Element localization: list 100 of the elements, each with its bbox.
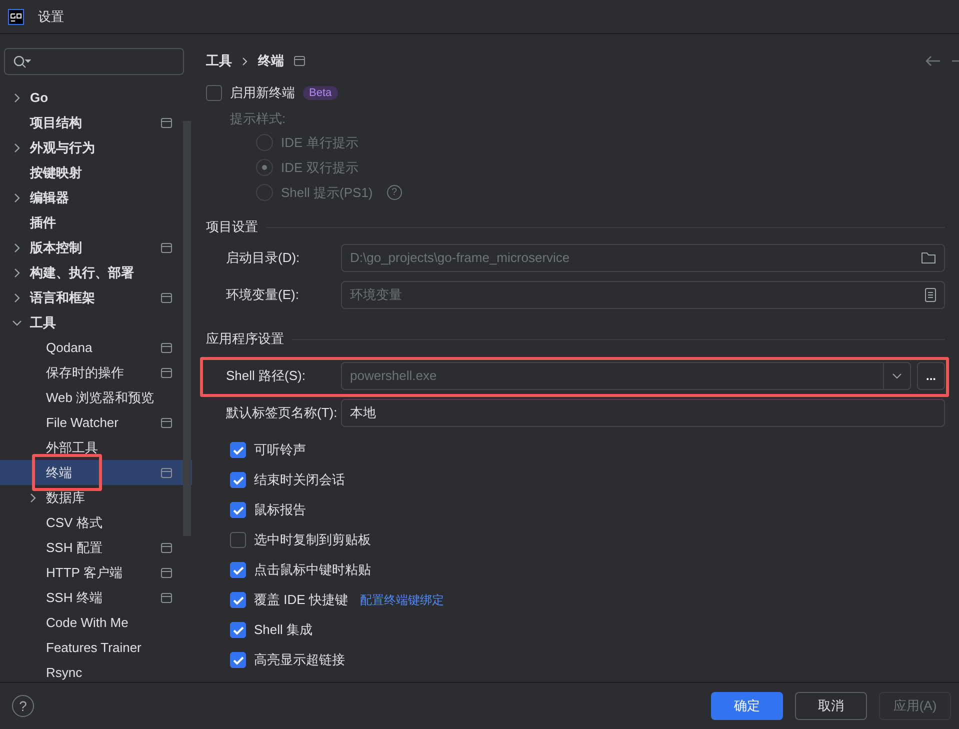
breadcrumb: 终端	[258, 52, 284, 70]
tree-item[interactable]: File Watcher	[0, 410, 192, 435]
tree-item[interactable]: 项目结构	[0, 110, 192, 135]
chevron-icon[interactable]	[12, 268, 22, 278]
search-icon[interactable]	[13, 54, 31, 68]
tree-item[interactable]: 按键映射	[0, 160, 192, 185]
tree-item-label: Code With Me	[46, 615, 128, 630]
tree-item[interactable]: 外观与行为	[0, 135, 192, 160]
tree-item[interactable]: 保存时的操作	[0, 360, 192, 385]
configure-link[interactable]: 配置终端键绑定	[360, 592, 444, 608]
window-title: 设置	[38, 8, 64, 26]
tree-item-label: 外观与行为	[30, 138, 95, 156]
tree-item-label: File Watcher	[46, 415, 118, 430]
radio-label: IDE 双行提示	[281, 158, 358, 176]
tree-item[interactable]: 构建、执行、部署	[0, 260, 192, 285]
tree-item[interactable]: 工具	[0, 310, 192, 335]
tree-item[interactable]: 终端	[0, 460, 192, 485]
tree-item[interactable]: SSH 终端	[0, 585, 192, 610]
tree-item-label: 按键映射	[30, 164, 82, 182]
tree-item[interactable]: Go	[0, 85, 192, 110]
tree-item[interactable]: Rsync	[0, 660, 192, 682]
chevron-icon[interactable]	[28, 492, 38, 502]
tree-item[interactable]: 版本控制	[0, 235, 192, 260]
input-field[interactable]: 本地	[341, 398, 945, 426]
tree-item[interactable]: 外部工具	[0, 435, 192, 460]
tree-item[interactable]: HTTP 客户端	[0, 560, 192, 585]
chevron-icon[interactable]	[12, 92, 22, 102]
document-icon[interactable]	[925, 288, 936, 302]
folder-icon[interactable]	[921, 251, 936, 264]
tree-item-label: HTTP 客户端	[46, 564, 122, 582]
field-label: 启动目录(D):	[226, 248, 301, 266]
checkbox-label: 高亮显示超链接	[254, 651, 345, 669]
radio-label: IDE 单行提示	[281, 134, 358, 152]
tree-item[interactable]: CSV 格式	[0, 510, 192, 535]
radio-label: Shell 提示(PS1)	[281, 184, 373, 202]
checkmark-icon	[232, 566, 244, 574]
checkbox[interactable]	[230, 532, 246, 548]
tree-item-label: 终端	[46, 464, 72, 482]
tree-item[interactable]: 编辑器	[0, 185, 192, 210]
tree-item-label: 外部工具	[46, 438, 98, 456]
chevron-icon[interactable]	[12, 142, 22, 152]
tree-item-label: Features Trainer	[46, 640, 142, 655]
search-field[interactable]	[4, 48, 184, 75]
help-button[interactable]: ?	[12, 695, 34, 717]
tree-item-label: SSH 终端	[46, 588, 102, 606]
tree-item[interactable]: SSH 配置	[0, 535, 192, 560]
tree-item[interactable]: 插件	[0, 210, 192, 235]
chevron-icon	[242, 56, 248, 66]
tree-item[interactable]: 语言和框架	[0, 285, 192, 310]
field-label: 默认标签页名称(T):	[226, 404, 335, 422]
chevron-icon[interactable]	[892, 372, 902, 378]
checkmark-icon	[232, 506, 244, 514]
chevron-icon[interactable]	[12, 292, 22, 302]
window-icon	[294, 56, 305, 66]
field-label: Shell 路径(S):	[226, 366, 306, 384]
checkbox-label: 结束时关闭会话	[254, 471, 345, 489]
tree-item-label: 插件	[30, 214, 56, 232]
tree-item-label: SSH 配置	[46, 538, 102, 556]
chevron-icon[interactable]	[12, 192, 22, 202]
checkmark-icon	[232, 656, 244, 664]
checkbox-label: 启用新终端	[230, 84, 295, 102]
tree-item[interactable]: 数据库	[0, 485, 192, 510]
checkbox-label: 可听铃声	[254, 441, 306, 459]
tree-item-label: 数据库	[46, 488, 85, 506]
tree-item-label: 版本控制	[30, 238, 82, 256]
checkbox[interactable]	[230, 652, 246, 668]
checkbox-label: 覆盖 IDE 快捷键	[254, 591, 348, 609]
checkmark-icon	[232, 476, 244, 484]
tree-item-label: 编辑器	[30, 188, 69, 206]
tree-item-label: Go	[30, 90, 48, 105]
checkbox-label: 点击鼠标中键时粘贴	[254, 561, 371, 579]
section-title: 应用程序设置	[206, 330, 284, 348]
back-arrow-icon[interactable]	[925, 55, 941, 67]
tree-item-label: 语言和框架	[30, 288, 95, 306]
chevron-icon[interactable]	[12, 242, 22, 252]
checkbox-label: 选中时复制到剪贴板	[254, 531, 371, 549]
checkbox[interactable]	[230, 562, 246, 578]
tree-item[interactable]: Web 浏览器和预览	[0, 385, 192, 410]
checkbox[interactable]	[230, 502, 246, 518]
app-logo-icon	[8, 8, 24, 24]
prompt-style-label: 提示样式:	[230, 110, 286, 128]
checkbox[interactable]	[230, 592, 246, 608]
tree-item[interactable]: Code With Me	[0, 610, 192, 635]
checkbox[interactable]	[230, 472, 246, 488]
tree-item-label: Qodana	[46, 340, 92, 355]
dialog-button[interactable]: 确定	[711, 692, 783, 720]
dialog-button[interactable]: 取消	[795, 692, 867, 720]
tree-item-label: 项目结构	[30, 114, 82, 132]
tree-item[interactable]: Features Trainer	[0, 635, 192, 660]
checkmark-icon	[232, 596, 244, 604]
tree-item[interactable]: Qodana	[0, 335, 192, 360]
tree-item-label: Rsync	[46, 665, 82, 680]
tree-item-label: 工具	[30, 314, 56, 332]
scrollbar[interactable]	[183, 121, 191, 536]
checkbox[interactable]	[230, 442, 246, 458]
browse-button[interactable]: ...	[917, 362, 945, 390]
section-title: 项目设置	[206, 218, 258, 236]
checkbox[interactable]	[230, 622, 246, 638]
tree-item-label: CSV 格式	[46, 514, 102, 532]
chevron-icon[interactable]	[12, 318, 22, 328]
